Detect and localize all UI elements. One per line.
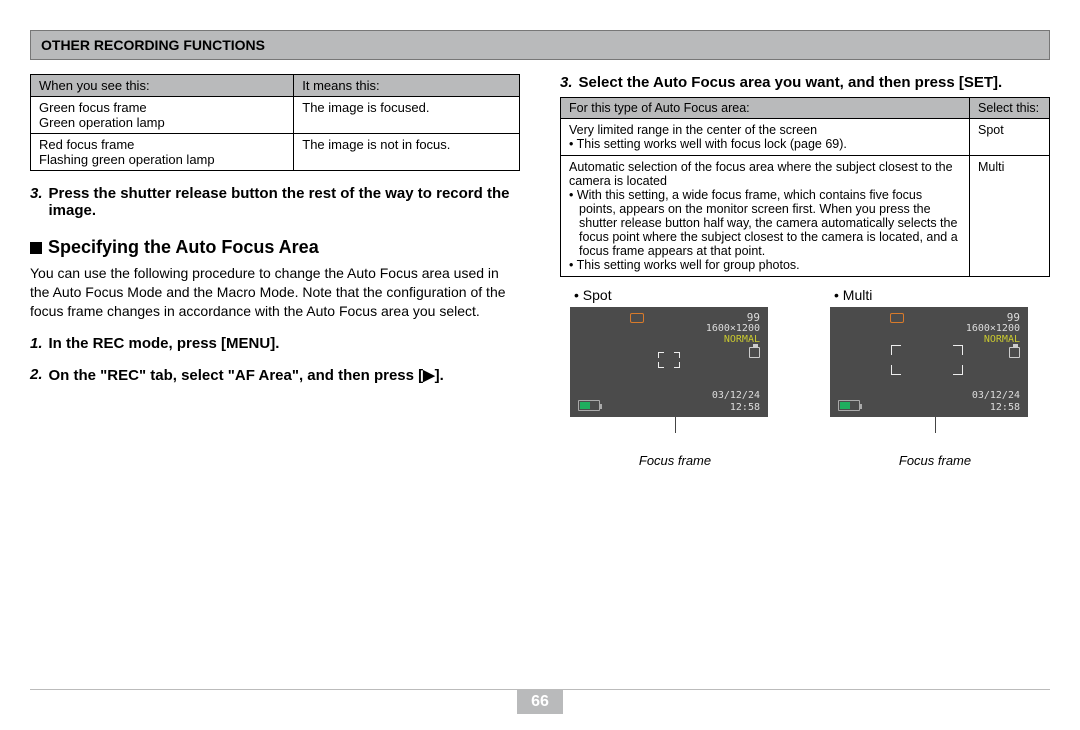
preview-label: • Multi: [834, 287, 1050, 303]
quality-value: NORMAL: [966, 334, 1020, 345]
cell-line: Very limited range in the center of the …: [569, 123, 961, 137]
time-label: 12:58: [730, 402, 760, 413]
cell-line: Flashing green operation lamp: [39, 152, 285, 167]
left-column: When you see this: It means this: Green …: [30, 74, 520, 468]
cell-bullet: • This setting works well with focus loc…: [569, 137, 961, 151]
res-value: 1600×1200: [706, 323, 760, 334]
subsection-heading: Specifying the Auto Focus Area: [30, 237, 520, 258]
table-cell: Automatic selection of the focus area wh…: [561, 156, 970, 277]
square-bullet-icon: [30, 242, 42, 254]
spot-focus-frame: [658, 352, 680, 368]
cell-bullet: • This setting works well for group phot…: [569, 258, 961, 272]
right-column: 3. Select the Auto Focus area you want, …: [560, 74, 1050, 468]
cell-line: Green focus frame: [39, 100, 285, 115]
step-text: In the REC mode, press [MENU].: [49, 335, 280, 352]
table-header: When you see this:: [31, 75, 294, 97]
step-number: 1.: [30, 335, 43, 352]
multi-focus-frame: [891, 345, 963, 375]
date-label: 03/12/24: [972, 390, 1020, 401]
step-1: 1. In the REC mode, press [MENU].: [30, 335, 520, 352]
cell-line: Red focus frame: [39, 137, 285, 152]
section-body: You can use the following procedure to c…: [30, 264, 520, 321]
page-footer: 66: [0, 689, 1080, 714]
table-cell: Very limited range in the center of the …: [561, 119, 970, 156]
battery-icon: [578, 400, 600, 411]
cell-line: Green operation lamp: [39, 115, 285, 130]
preview-label: • Spot: [574, 287, 790, 303]
step-text: On the "REC" tab, select "AF Area", and …: [49, 366, 444, 384]
preview-row: • Spot 99 1600×1200 NORMAL 03/12/24 12:5…: [560, 287, 1050, 468]
table-cell: The image is focused.: [294, 97, 520, 134]
memory-card-icon: [749, 347, 760, 358]
table-header: Select this:: [970, 98, 1050, 119]
date-label: 03/12/24: [712, 390, 760, 401]
table-header: It means this:: [294, 75, 520, 97]
cell-bullet: • With this setting, a wide focus frame,…: [569, 188, 961, 258]
quality-value: NORMAL: [706, 334, 760, 345]
cell-line: Automatic selection of the focus area wh…: [569, 160, 961, 188]
step-3-right: 3. Select the Auto Focus area you want, …: [560, 74, 1050, 91]
res-value: 1600×1200: [966, 323, 1020, 334]
table-header: For this type of Auto Focus area:: [561, 98, 970, 119]
rec-mode-icon: [890, 313, 904, 323]
table-cell: Red focus frame Flashing green operation…: [31, 134, 294, 171]
step-text: Press the shutter release button the res…: [49, 185, 520, 219]
memory-card-icon: [1009, 347, 1020, 358]
callout-label: Focus frame: [560, 453, 790, 468]
table-cell: Multi: [970, 156, 1050, 277]
step-number: 3.: [30, 185, 43, 219]
step-2: 2. On the "REC" tab, select "AF Area", a…: [30, 366, 520, 384]
camera-preview-multi: 99 1600×1200 NORMAL 03/12/24 12:58: [830, 307, 1028, 417]
preview-spot-column: • Spot 99 1600×1200 NORMAL 03/12/24 12:5…: [560, 287, 790, 468]
preview-multi-column: • Multi 99 1600×1200 NORMAL 03/12/24 12:…: [820, 287, 1050, 468]
rec-mode-icon: [630, 313, 644, 323]
focus-indicator-table: When you see this: It means this: Green …: [30, 74, 520, 171]
callout-label: Focus frame: [820, 453, 1050, 468]
page-number: 66: [517, 690, 563, 714]
af-area-table: For this type of Auto Focus area: Select…: [560, 97, 1050, 277]
table-cell: The image is not in focus.: [294, 134, 520, 171]
resolution-label: 1600×1200 NORMAL: [966, 323, 1020, 345]
step-text: Select the Auto Focus area you want, and…: [579, 74, 1003, 91]
step-3-left: 3. Press the shutter release button the …: [30, 185, 520, 219]
table-cell: Spot: [970, 119, 1050, 156]
heading-text: Specifying the Auto Focus Area: [48, 237, 319, 257]
section-header: OTHER RECORDING FUNCTIONS: [30, 30, 1050, 60]
two-column-layout: When you see this: It means this: Green …: [30, 74, 1050, 468]
table-cell: Green focus frame Green operation lamp: [31, 97, 294, 134]
resolution-label: 1600×1200 NORMAL: [706, 323, 760, 345]
battery-icon: [838, 400, 860, 411]
step-number: 3.: [560, 74, 573, 91]
step-number: 2.: [30, 366, 43, 384]
time-label: 12:58: [990, 402, 1020, 413]
camera-preview-spot: 99 1600×1200 NORMAL 03/12/24 12:58: [570, 307, 768, 417]
